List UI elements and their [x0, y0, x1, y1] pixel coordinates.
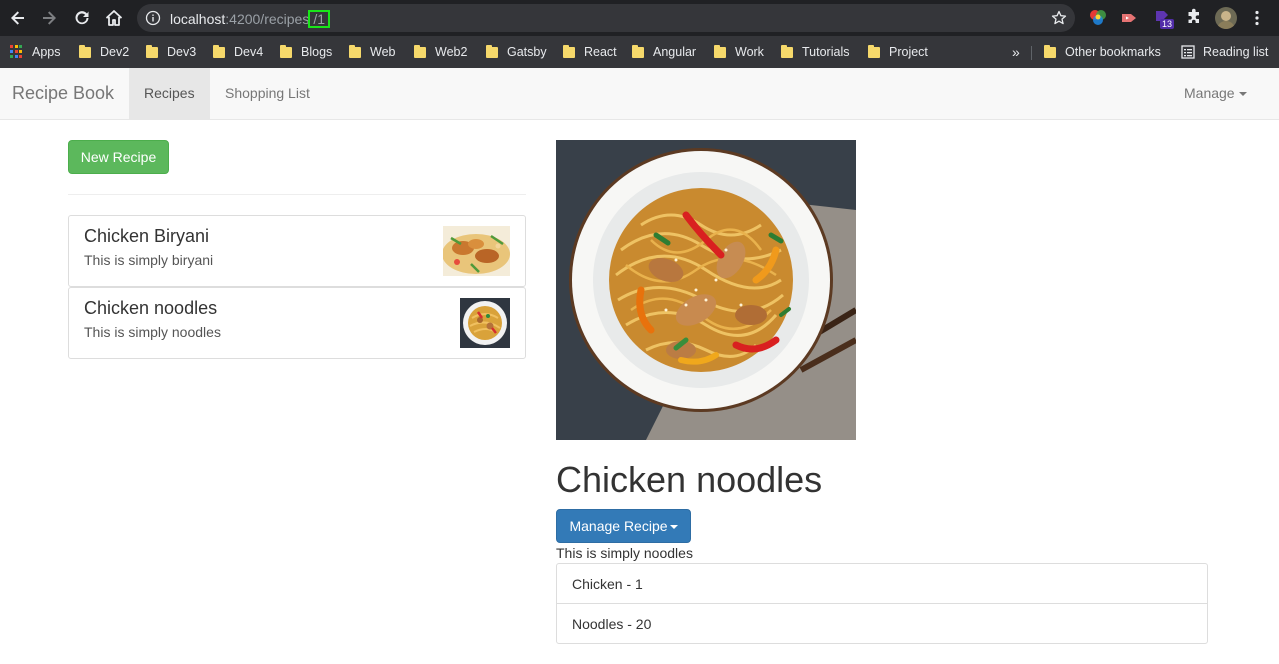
biryani-thumbnail	[443, 226, 510, 276]
caret-down-icon	[669, 525, 678, 530]
recipe-description: This is simply noodles	[84, 324, 221, 340]
overflow-label: »	[1012, 44, 1020, 60]
url-highlight: /1	[308, 10, 331, 28]
bookmark-label: Web	[370, 45, 396, 59]
folder-icon	[414, 44, 426, 58]
bookmark-label: React	[584, 45, 617, 59]
folder-icon	[1044, 44, 1056, 58]
bookmark-folder[interactable]: Gatsby	[486, 42, 547, 62]
bookmark-label: Dev4	[234, 45, 264, 59]
manage-label: Manage	[1184, 85, 1235, 101]
nav-recipes[interactable]: Recipes	[129, 68, 210, 119]
profile-avatar[interactable]	[1215, 7, 1237, 29]
folder-icon	[213, 44, 225, 58]
nav-manage-dropdown[interactable]: Manage	[1169, 68, 1262, 119]
video-extension-icon[interactable]	[1120, 8, 1140, 28]
bookmark-folder[interactable]: React	[563, 42, 617, 62]
bookmark-folder[interactable]: Web	[349, 42, 395, 62]
folder-icon	[146, 44, 158, 58]
folder-icon	[632, 44, 644, 58]
bookmark-label: Gatsby	[507, 45, 547, 59]
bookmark-label: Work	[735, 45, 764, 59]
folder-icon	[349, 44, 361, 58]
bookmark-label: Dev2	[100, 45, 130, 59]
recipe-detail-description: This is simply noodles	[556, 545, 693, 561]
reload-icon[interactable]	[70, 6, 94, 30]
bookmark-label: Other bookmarks	[1065, 45, 1161, 59]
puzzle-extensions-icon[interactable]	[1185, 8, 1205, 28]
ingredient-item: Noodles - 20	[556, 603, 1208, 644]
manage-recipe-button[interactable]: Manage Recipe	[556, 509, 691, 543]
bookmark-label: Blogs	[301, 45, 333, 59]
bookmark-folder[interactable]: Web2	[414, 42, 467, 62]
bookmarks-bar: Apps Dev2 Dev3 Dev4 Blogs Web Web2 Gatsb…	[0, 36, 1279, 68]
info-icon[interactable]	[145, 10, 161, 26]
new-recipe-button[interactable]: New Recipe	[68, 140, 169, 174]
bookmark-apps[interactable]: Apps	[10, 42, 61, 62]
recipe-name: Chicken Biryani	[84, 226, 210, 246]
folder-icon	[486, 44, 498, 58]
bookmark-folder[interactable]: Dev4	[213, 42, 263, 62]
reading-list-icon	[1181, 45, 1195, 59]
recipe-detail-image	[556, 140, 856, 440]
folder-icon	[79, 44, 91, 58]
folder-icon	[280, 44, 292, 58]
extension-badge-count: 13	[1161, 19, 1172, 29]
apps-grid-icon	[10, 45, 24, 59]
url-host: localhost	[170, 11, 226, 27]
recipe-description: This is simply biryani	[84, 252, 214, 268]
url-text: localhost:4200/recipes/1	[170, 10, 331, 28]
folder-icon	[563, 44, 575, 58]
recipe-name: Chicken noodles	[84, 298, 218, 318]
bookmark-folder[interactable]: Work	[714, 42, 764, 62]
bookmarks-overflow-button[interactable]: »	[1012, 42, 1020, 62]
bookmark-folder[interactable]: Angular	[632, 42, 696, 62]
home-icon[interactable]	[102, 6, 126, 30]
folder-icon	[714, 44, 726, 58]
recipe-list-item[interactable]: Chicken noodles This is simply noodles	[68, 287, 526, 359]
noodles-thumbnail	[460, 298, 510, 348]
browser-toolbar: localhost:4200/recipes/1 13	[0, 0, 1279, 36]
bookmark-folder[interactable]: Dev3	[146, 42, 196, 62]
bookmark-label: Apps	[32, 45, 61, 59]
folder-icon	[868, 44, 880, 58]
recipe-detail-title: Chicken noodles	[556, 459, 823, 500]
more-menu-icon[interactable]	[1248, 9, 1266, 27]
folder-icon	[781, 44, 793, 58]
bookmark-folder[interactable]: Project	[868, 42, 928, 62]
address-bar[interactable]: localhost:4200/recipes/1	[137, 4, 1075, 32]
bookmark-label: Web2	[435, 45, 468, 59]
bookmark-label: Reading list	[1203, 45, 1269, 59]
divider	[68, 194, 526, 195]
manage-recipe-label: Manage Recipe	[569, 518, 668, 534]
bookmark-folder[interactable]: Blogs	[280, 42, 332, 62]
url-path: :4200/recipes	[225, 11, 310, 27]
forward-arrow-icon[interactable]	[37, 6, 61, 30]
caret-down-icon	[1238, 92, 1247, 97]
bookmarks-divider	[1031, 46, 1032, 60]
ingredient-item: Chicken - 1	[556, 563, 1208, 604]
bookmark-folder[interactable]: Dev2	[79, 42, 129, 62]
bookmark-folder[interactable]: Tutorials	[781, 42, 849, 62]
extension-badge-icon[interactable]: 13	[1153, 8, 1174, 29]
bookmark-star-icon[interactable]	[1051, 10, 1067, 26]
nav-shopping-list[interactable]: Shopping List	[210, 68, 325, 119]
bookmark-label: Dev3	[167, 45, 197, 59]
color-extension-icon[interactable]	[1088, 8, 1108, 28]
bookmark-label: Project	[889, 45, 928, 59]
bookmark-label: Tutorials	[802, 45, 850, 59]
navbar-brand[interactable]: Recipe Book	[12, 83, 114, 104]
back-arrow-icon[interactable]	[6, 6, 30, 30]
recipe-list-item[interactable]: Chicken Biryani This is simply biryani	[68, 215, 526, 287]
bookmark-other-folder[interactable]: Other bookmarks	[1044, 42, 1161, 62]
bookmark-label: Angular	[653, 45, 697, 59]
reading-list-button[interactable]: Reading list	[1181, 42, 1268, 62]
app-navbar: Recipe Book Recipes Shopping List Manage	[0, 68, 1279, 120]
ingredients-list: Chicken - 1 Noodles - 20	[556, 563, 1208, 644]
